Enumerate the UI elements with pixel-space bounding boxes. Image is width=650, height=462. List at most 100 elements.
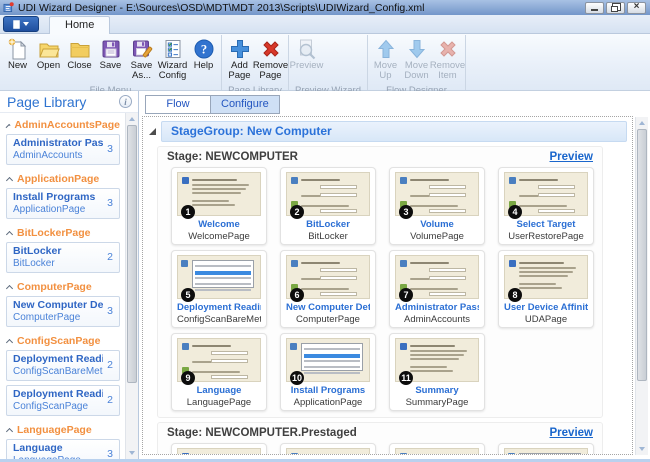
ribbon-button-label: Open — [37, 61, 60, 71]
page-card[interactable] — [280, 443, 376, 455]
page-library-sidebar: Page Library i AdminAccountsPage Administ… — [0, 91, 139, 459]
page-card[interactable]: 6New Computer DetailsComputerPage — [280, 250, 376, 328]
page-library-title: Page Library — [7, 94, 86, 110]
window-title: UDI Wizard Designer - E:\Sources\OSD\MDT… — [18, 2, 425, 14]
page-item-title: Administrator Password — [13, 137, 103, 150]
page-card[interactable]: 4Select TargetUserRestorePage — [498, 167, 594, 245]
stagegroup-header[interactable]: StageGroup: New Computer — [161, 121, 627, 142]
page-card[interactable] — [171, 443, 267, 455]
page-card[interactable]: 7Administrator Passw...AdminAccounts — [389, 250, 485, 328]
tab-configure[interactable]: Configure — [210, 95, 280, 114]
page-card[interactable]: 8User Device AffinityUDAPage — [498, 250, 594, 328]
page-card[interactable]: 2BitLockerBitLocker — [280, 167, 376, 245]
page-card[interactable]: 9LanguageLanguagePage — [171, 333, 267, 411]
preview-button: Preview — [291, 35, 322, 85]
page-number-badge: 5 — [181, 288, 195, 302]
sidebar-scrollbar-thumb[interactable] — [127, 125, 137, 383]
page-item-subtitle: ConfigScanPage — [13, 401, 103, 412]
sidebar-group-adminaccountspage[interactable]: AdminAccountsPage — [6, 115, 120, 133]
page-item-subtitle: ConfigScanBareMetal — [13, 366, 103, 377]
sidebar-group-name: LanguagePage — [17, 424, 92, 436]
info-icon[interactable]: i — [119, 95, 132, 108]
stage-title: Stage: NEWCOMPUTER — [167, 151, 298, 163]
help-button[interactable]: ?Help — [188, 35, 219, 85]
sidebar-group-configscanpage[interactable]: ConfigScanPage — [6, 331, 120, 349]
move-up-icon — [374, 37, 398, 61]
preview-link[interactable]: Preview — [550, 151, 593, 163]
page-thumbnail — [286, 448, 370, 455]
close-folder-button[interactable]: Close — [64, 35, 95, 85]
ribbon: New Open Close Save Save As...Wizard Config?… — [0, 34, 650, 91]
sidebar-group-languagepage[interactable]: LanguagePage — [6, 420, 120, 438]
page-library-item[interactable]: Install ProgramsApplicationPage3 — [6, 188, 120, 219]
open-folder-icon — [37, 37, 61, 61]
page-card[interactable] — [389, 443, 485, 455]
page-library-item[interactable]: LanguageLanguagePage3 — [6, 439, 120, 459]
page-card-title: New Computer Details — [286, 302, 370, 314]
new-document-button[interactable]: New — [2, 35, 33, 85]
save-as-button[interactable]: Save As... — [126, 35, 157, 85]
ribbon-button-label: Save — [100, 61, 122, 71]
scroll-down-icon[interactable] — [636, 443, 648, 455]
ribbon-button-label: Move Up — [374, 61, 397, 82]
page-card-subtitle: ApplicationPage — [286, 397, 370, 408]
scroll-down-icon[interactable] — [126, 447, 138, 459]
page-library-item[interactable]: Deployment ReadinessConfigScanBareMetal2 — [6, 350, 120, 381]
close-button[interactable]: × — [627, 2, 646, 14]
minimize-button[interactable] — [585, 2, 604, 14]
tab-flow[interactable]: Flow — [145, 95, 211, 114]
page-card-title: Language — [177, 385, 261, 397]
page-item-title: BitLocker — [13, 245, 103, 258]
sidebar-group-name: BitLockerPage — [17, 227, 91, 239]
page-library-item[interactable]: BitLockerBitLocker2 — [6, 242, 120, 273]
expander-icon[interactable] — [149, 128, 156, 135]
scroll-up-icon[interactable] — [126, 113, 138, 125]
page-library-item[interactable]: New Computer DetailsComputerPage3 — [6, 296, 120, 327]
page-card-title: User Device Affinity — [504, 302, 588, 314]
wizard-config-button[interactable]: Wizard Config — [157, 35, 188, 85]
page-library-header: Page Library i — [0, 91, 138, 112]
page-number-badge: 1 — [181, 205, 195, 219]
ribbon-tab-row: Home — [0, 15, 650, 34]
chevron-up-icon — [6, 338, 13, 345]
page-card-title: Welcome — [177, 219, 261, 231]
page-item-count: 3 — [103, 197, 113, 209]
page-card[interactable]: 10Install ProgramsApplicationPage — [280, 333, 376, 411]
page-card[interactable]: 11SummarySummaryPage — [389, 333, 485, 411]
page-card-subtitle: ConfigScanBareMetal — [177, 314, 261, 325]
main-scrollbar-thumb[interactable] — [637, 129, 647, 381]
page-card-subtitle: ComputerPage — [286, 314, 370, 325]
page-thumbnail — [504, 448, 588, 455]
save-button[interactable]: Save — [95, 35, 126, 85]
sidebar-group-computerpage[interactable]: ComputerPage — [6, 277, 120, 295]
ribbon-tab-home[interactable]: Home — [49, 16, 110, 34]
page-thumbnail — [177, 448, 261, 455]
page-item-title: Language — [13, 442, 103, 455]
page-card[interactable]: 1WelcomeWelcomePage — [171, 167, 267, 245]
sidebar-group-name: AdminAccountsPage — [14, 119, 120, 131]
page-number-badge: 8 — [508, 288, 522, 302]
page-number-badge: 4 — [508, 205, 522, 219]
page-card[interactable] — [498, 443, 594, 455]
add-page-button[interactable]: Add Page — [224, 35, 255, 85]
close-icon: × — [634, 2, 640, 12]
page-item-title: Install Programs — [13, 191, 103, 204]
main-scrollbar[interactable] — [635, 117, 648, 455]
page-library-item[interactable]: Deployment ReadinessConfigScanPage2 — [6, 385, 120, 416]
sidebar-group-applicationpage[interactable]: ApplicationPage — [6, 169, 120, 187]
page-library-item[interactable]: Administrator PasswordAdminAccounts3 — [6, 134, 120, 165]
sidebar-scrollbar[interactable] — [125, 113, 138, 459]
restore-button[interactable] — [606, 2, 625, 14]
scroll-up-icon[interactable] — [636, 117, 648, 129]
application-menu-button[interactable] — [3, 16, 39, 32]
sidebar-group-bitlockerpage[interactable]: BitLockerPage — [6, 223, 120, 241]
preview-link[interactable]: Preview — [550, 427, 593, 439]
ribbon-button-label: Add Page — [228, 61, 250, 82]
open-folder-button[interactable]: Open — [33, 35, 64, 85]
page-card[interactable]: 5Deployment ReadinessConfigScanBareMetal — [171, 250, 267, 328]
page-item-count: 2 — [103, 251, 113, 263]
remove-page-button[interactable]: Remove Page — [255, 35, 286, 85]
move-down-button: Move Down — [401, 35, 432, 85]
ribbon-button-label: Save As... — [131, 61, 153, 82]
page-card[interactable]: 3VolumeVolumePage — [389, 167, 485, 245]
